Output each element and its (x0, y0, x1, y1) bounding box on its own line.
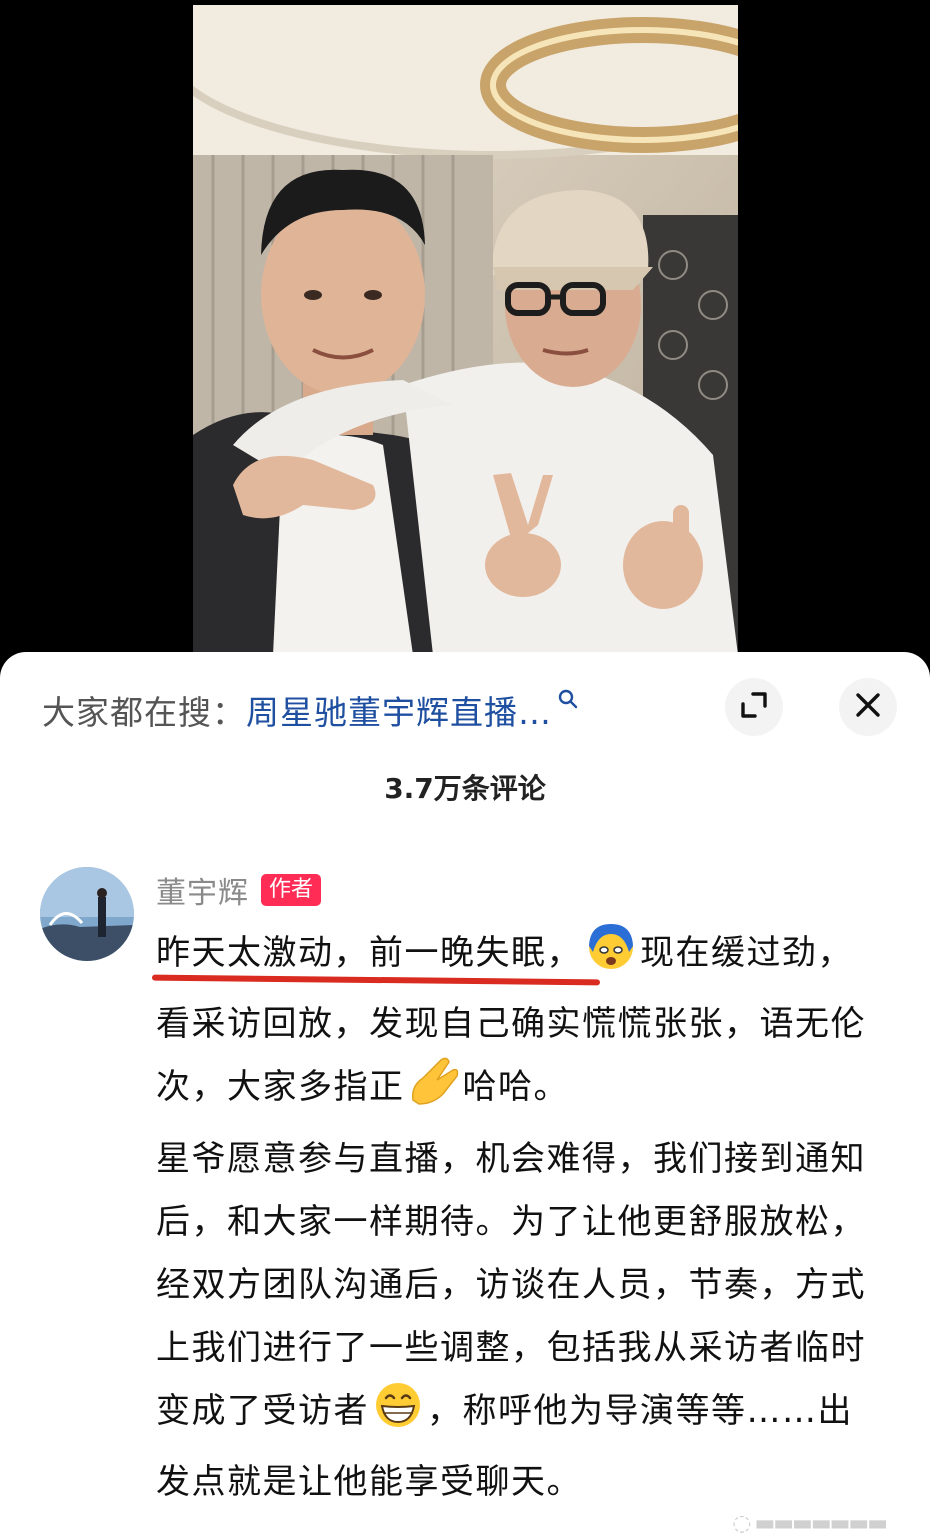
trending-search-bar[interactable]: 大家都在搜： 周星驰董宇辉直播… (42, 688, 578, 732)
close-button[interactable] (839, 678, 897, 736)
comment-author-name[interactable]: 董宇辉 (156, 868, 249, 912)
photo-illustration (193, 5, 738, 655)
search-icon[interactable] (558, 689, 578, 713)
clasped-hands-emoji-icon (407, 1056, 461, 1127)
author-badge: 作者 (261, 874, 322, 906)
overwhelmed-face-emoji-icon (584, 922, 638, 993)
video-photo[interactable] (193, 5, 738, 655)
trending-search-prefix: 大家都在搜： (42, 693, 246, 732)
comment-count-title: 3.7万条评论 (384, 772, 546, 805)
comment-text-part: 昨天太激动，前一晚失眠， (156, 933, 582, 973)
expand-icon (739, 690, 769, 724)
grinning-face-emoji-icon (371, 1380, 425, 1451)
comment-text-part: 星爷愿意参与直播，机会难得，我们接到通知后，和大家一样期待。为了让他更舒服放松，… (156, 1139, 866, 1431)
close-icon (855, 692, 881, 722)
avatar[interactable] (40, 867, 134, 961)
trending-search-term[interactable]: 周星驰董宇辉直播… (246, 686, 552, 734)
comment-sheet: 大家都在搜： 周星驰董宇辉直播… 3.7万条评论 董宇辉 作者 昨天太激动，前一… (0, 652, 930, 1538)
comment-paragraph-1: 昨天太激动，前一晚失眠， 现在缓过劲，看采访回放，发现自己确实慌慌张张，语无伦次… (156, 922, 876, 1127)
comment-author-row: 董宇辉 作者 (156, 868, 322, 912)
comment-paragraph-2: 星爷愿意参与直播，机会难得，我们接到通知后，和大家一样期待。为了让他更舒服放松，… (156, 1128, 876, 1514)
comment-text: 昨天太激动，前一晚失眠， 现在缓过劲，看采访回放，发现自己确实慌慌张张，语无伦次… (156, 922, 876, 1514)
video-area[interactable] (0, 0, 930, 660)
comment-text-part: 哈哈。 (462, 1067, 569, 1107)
watermark: ◌ ▬▬▬▬▬▬▬ (732, 1511, 888, 1536)
expand-button[interactable] (725, 678, 783, 736)
